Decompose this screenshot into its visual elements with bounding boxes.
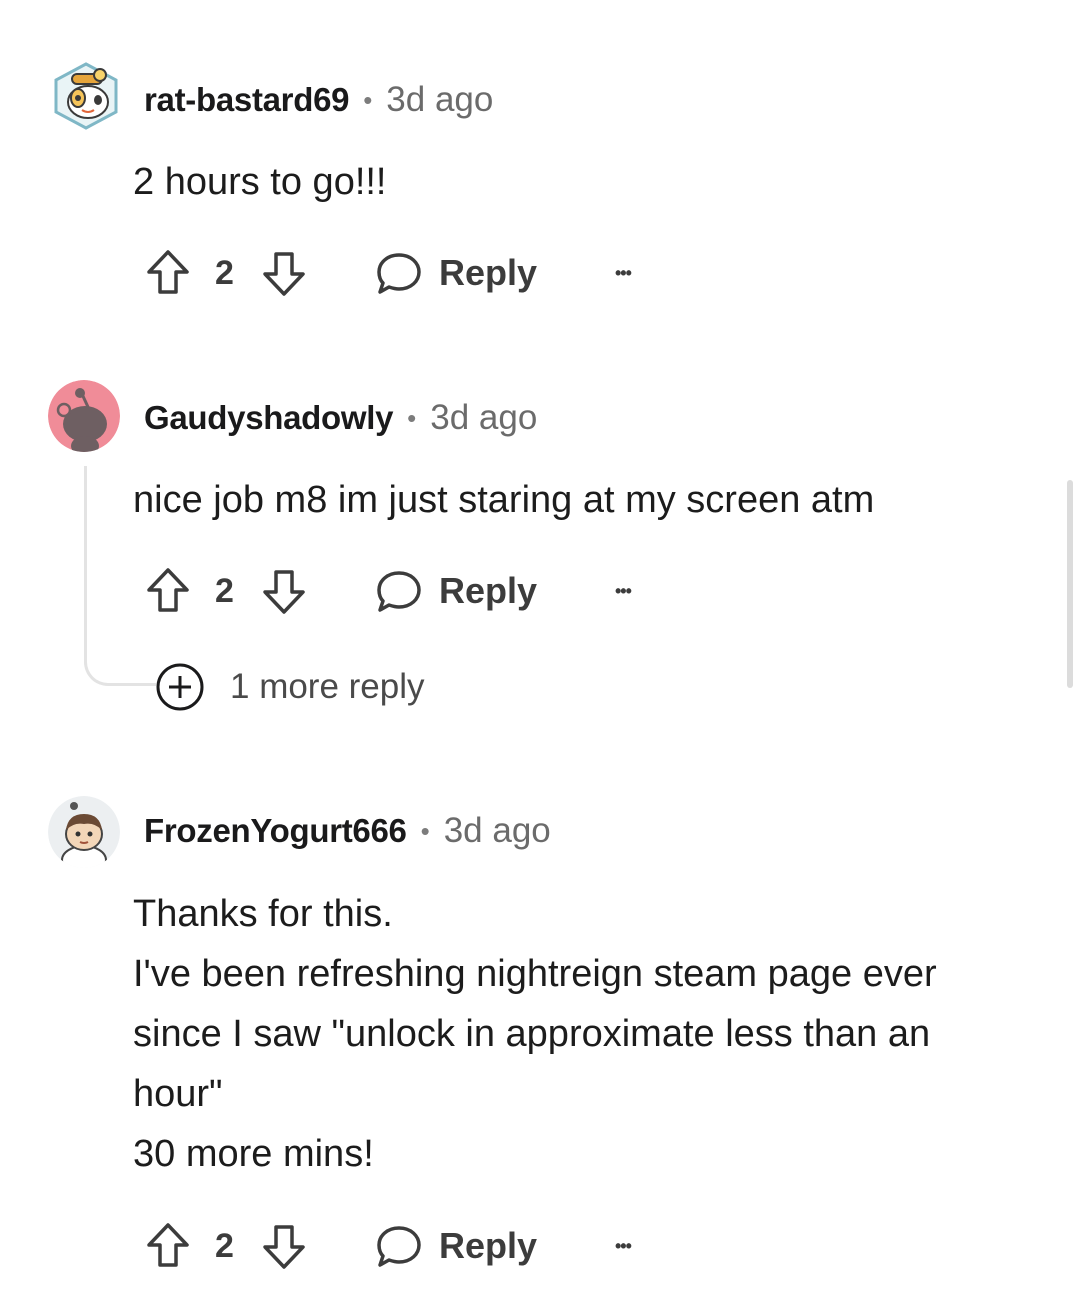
downvote-icon — [263, 252, 305, 296]
comment-line: 2 hours to go!!! — [133, 161, 387, 203]
comment-line: Thanks for this. — [133, 893, 393, 935]
reply-button[interactable]: Reply — [375, 1214, 537, 1278]
upvote-button[interactable] — [145, 241, 191, 305]
more-replies-button[interactable]: 1 more reply — [155, 662, 425, 712]
username[interactable]: rat-bastard69 — [144, 81, 349, 119]
upvote-button[interactable] — [145, 1214, 191, 1278]
more-options-icon: ••• — [615, 1235, 632, 1256]
comment-actions: 2 Reply ••• — [133, 241, 673, 305]
comment-header: FrozenYogurt666 • 3d ago — [144, 811, 551, 851]
timestamp: 3d ago — [430, 398, 538, 437]
comment-line: hour" — [133, 1073, 223, 1115]
username[interactable]: FrozenYogurt666 — [144, 812, 407, 850]
avatar-frozenyogurt666[interactable] — [48, 796, 120, 868]
comment-body: Thanks for this. I've been refreshing ni… — [133, 884, 937, 1184]
vote-count: 2 — [215, 1226, 234, 1265]
more-options-button[interactable]: ••• — [615, 1214, 632, 1278]
comment-line: 30 more mins! — [133, 1133, 374, 1175]
vote-count: 2 — [215, 571, 234, 610]
more-options-icon: ••• — [615, 580, 632, 601]
comment-body: nice job m8 im just staring at my screen… — [133, 470, 874, 530]
speech-bubble-icon — [377, 1226, 421, 1267]
comment-line: since I saw "unlock in approximate less … — [133, 1013, 931, 1055]
upvote-icon — [147, 1223, 189, 1267]
username[interactable]: Gaudyshadowly — [144, 399, 393, 437]
separator-dot: • — [407, 402, 417, 433]
downvote-button[interactable] — [261, 559, 307, 623]
snoo-goggles-avatar-icon — [54, 62, 118, 130]
comment-header: rat-bastard69 • 3d ago — [144, 80, 493, 120]
reply-button[interactable]: Reply — [375, 241, 537, 305]
vote-count: 2 — [215, 253, 234, 292]
scrollbar[interactable] — [1067, 480, 1073, 688]
speech-bubble-icon — [377, 253, 421, 294]
vote-count-wrap: 2 — [215, 559, 234, 623]
more-options-icon: ••• — [615, 262, 632, 283]
comment-actions: 2 Reply ••• — [133, 559, 673, 623]
more-replies-label: 1 more reply — [230, 667, 425, 706]
plus-circle-icon — [156, 663, 204, 711]
comment-body: 2 hours to go!!! — [133, 152, 387, 212]
reply-label: Reply — [439, 570, 538, 611]
timestamp: 3d ago — [443, 811, 551, 850]
downvote-button[interactable] — [261, 241, 307, 305]
vote-count-wrap: 2 — [215, 1214, 234, 1278]
reply-label: Reply — [439, 1225, 538, 1266]
comment-header: Gaudyshadowly • 3d ago — [144, 398, 537, 438]
snoo-default-avatar-icon — [48, 380, 120, 452]
vote-count-wrap: 2 — [215, 241, 234, 305]
snoo-character-avatar-icon — [48, 796, 120, 868]
more-options-button[interactable]: ••• — [615, 241, 632, 305]
upvote-icon — [147, 568, 189, 612]
reply-label: Reply — [439, 252, 538, 293]
upvote-button[interactable] — [145, 559, 191, 623]
avatar-gaudyshadowly[interactable] — [48, 380, 120, 452]
avatar-rat-bastard69[interactable] — [50, 60, 122, 132]
comment-line: I've been refreshing nightreign steam pa… — [133, 953, 937, 995]
reply-button[interactable]: Reply — [375, 559, 537, 623]
speech-bubble-icon — [377, 571, 421, 612]
downvote-icon — [263, 570, 305, 614]
separator-dot: • — [363, 84, 373, 115]
separator-dot: • — [420, 815, 430, 846]
more-options-button[interactable]: ••• — [615, 559, 632, 623]
comment-actions: 2 Reply ••• — [133, 1214, 673, 1278]
timestamp: 3d ago — [386, 80, 494, 119]
downvote-button[interactable] — [261, 1214, 307, 1278]
upvote-icon — [147, 250, 189, 294]
downvote-icon — [263, 1225, 305, 1269]
comment-line: nice job m8 im just staring at my screen… — [133, 479, 875, 521]
